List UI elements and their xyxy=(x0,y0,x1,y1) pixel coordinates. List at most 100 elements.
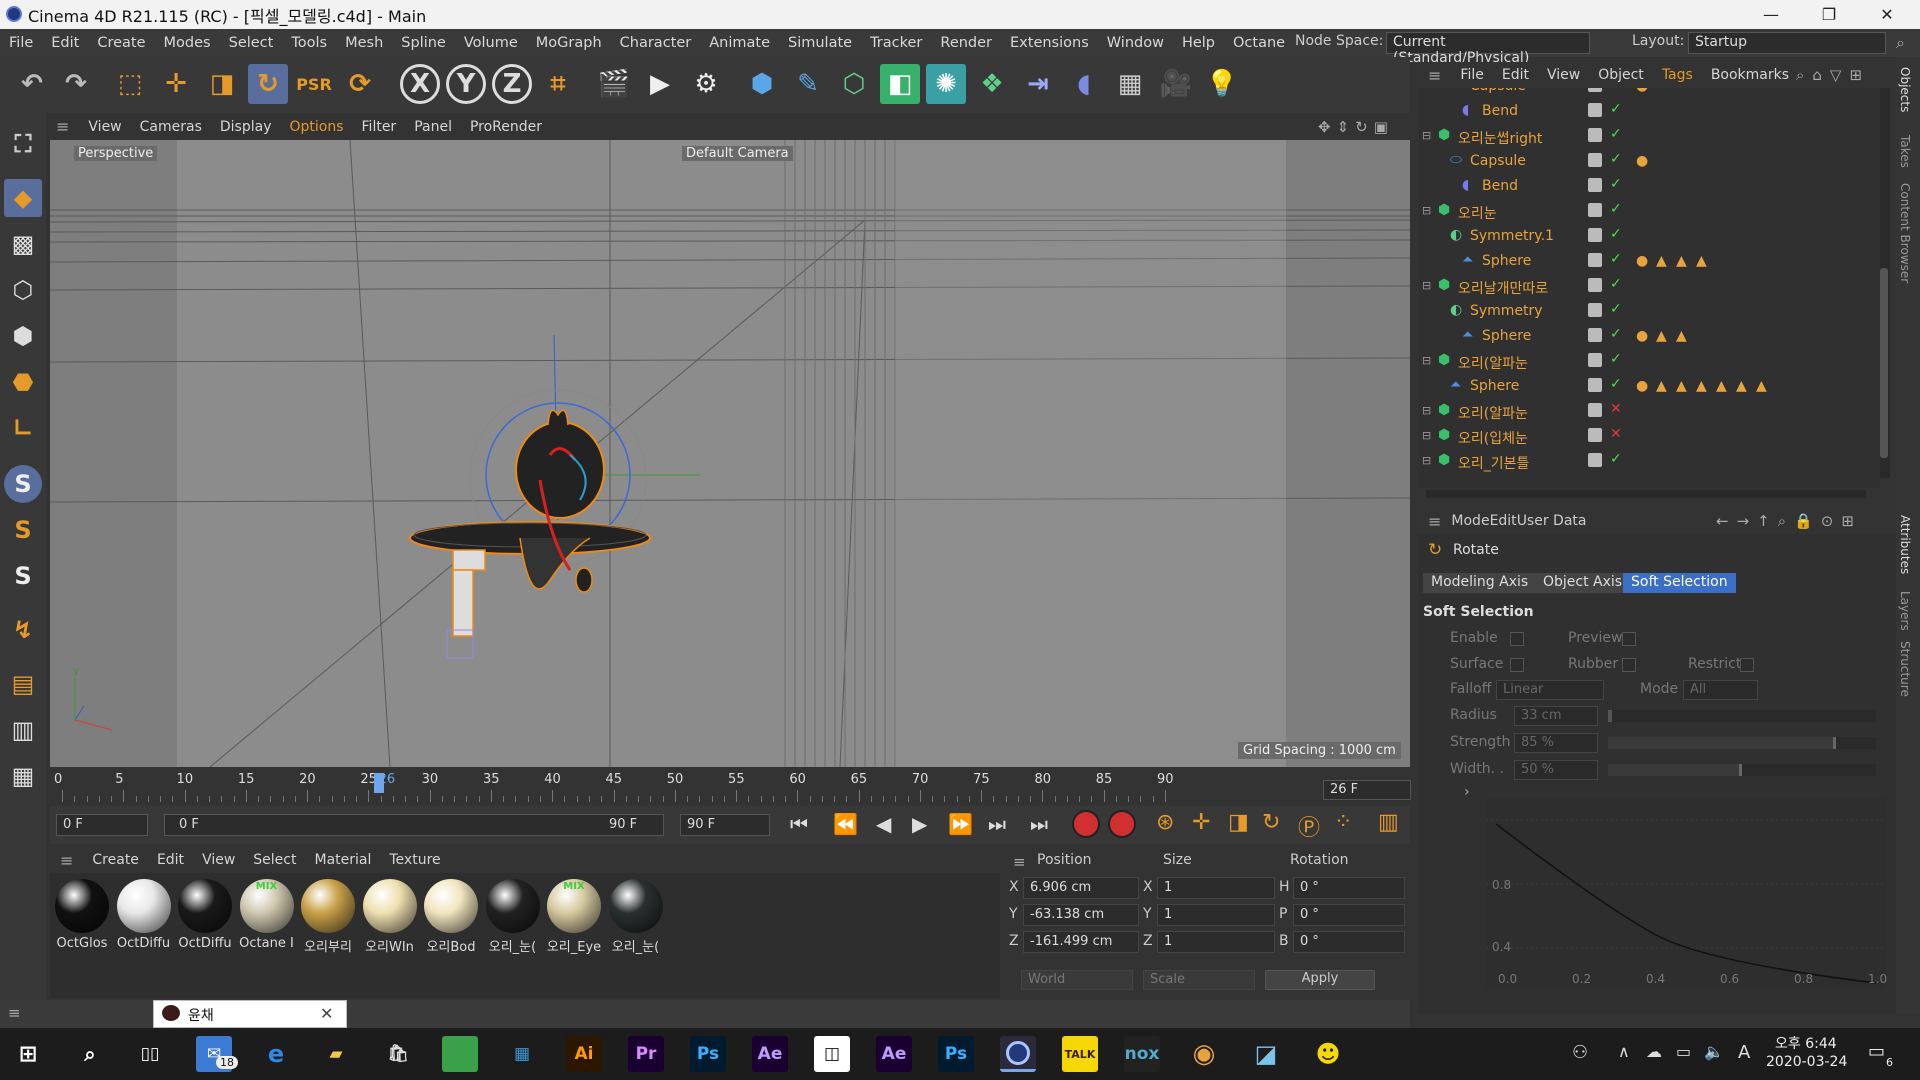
tab-object-axis[interactable]: Object Axis xyxy=(1535,573,1631,593)
enabled-check-icon[interactable]: ✓ xyxy=(1610,276,1622,292)
tag-icon[interactable]: ▲ xyxy=(1756,378,1767,394)
goto-end-icon[interactable]: ⏭ xyxy=(988,812,1006,836)
object-row[interactable]: ⊟ ⬢ 오리(알파눈 ✓ xyxy=(1418,350,1880,375)
falloff-curve-graph[interactable]: 0.8 0.4 0.0 0.2 0.4 0.6 0.8 1.0 xyxy=(1486,798,1887,988)
tag-icon[interactable]: ▲ xyxy=(1676,378,1687,394)
attribute-menu-edit[interactable]: Edit xyxy=(1490,513,1517,529)
tag-icon[interactable]: ▲ xyxy=(1656,253,1667,269)
store-icon[interactable]: 🛍 xyxy=(380,1036,416,1072)
object-scrollbar[interactable] xyxy=(1880,88,1890,478)
enabled-check-icon[interactable]: ✓ xyxy=(1610,301,1622,317)
polygons-mode-icon[interactable]: ⬣ xyxy=(4,363,42,401)
coordinate-system-icon[interactable]: ⌗ xyxy=(538,64,578,104)
object-row[interactable]: ⊟ ⬢ 오리_기본틀 ✓ xyxy=(1418,450,1880,475)
layout-dropdown[interactable]: Startup xyxy=(1688,32,1886,54)
model-mode-icon[interactable]: ◆ xyxy=(4,179,42,217)
menu-help[interactable]: Help xyxy=(1173,35,1224,51)
kakaotalk-icon[interactable]: TALK xyxy=(1062,1036,1098,1072)
position-z-field[interactable]: -161.499 cm xyxy=(1023,931,1139,953)
tag-icon[interactable]: ▲ xyxy=(1656,378,1667,394)
material-menu-icon[interactable]: ≡ xyxy=(50,851,83,870)
step-forward-icon[interactable]: ⏩ xyxy=(948,812,973,836)
task-view-icon[interactable]: ▯▯ xyxy=(132,1036,168,1072)
expand-toggle-icon[interactable]: ⊟ xyxy=(1422,454,1431,467)
expand-toggle-icon[interactable]: ⊟ xyxy=(1422,129,1431,142)
record-icon[interactable] xyxy=(1072,810,1100,838)
menu-octane[interactable]: Octane xyxy=(1224,35,1294,51)
object-row[interactable]: ⬭ Capsule ✓ ● xyxy=(1418,150,1880,175)
object-menu-tags[interactable]: Tags xyxy=(1653,67,1702,83)
enabled-check-icon[interactable]: ✓ xyxy=(1610,251,1622,267)
falloff-dropdown[interactable]: Linear xyxy=(1496,680,1604,700)
cube-icon[interactable]: ⬢ xyxy=(742,64,782,104)
tag-icon[interactable]: ▲ xyxy=(1736,378,1747,394)
layer-edit-icon[interactable] xyxy=(1588,178,1602,192)
menu-create[interactable]: Create xyxy=(88,35,154,51)
viewport-menu-display[interactable]: Display xyxy=(211,119,281,135)
menu-modes[interactable]: Modes xyxy=(155,35,220,51)
tag-icon[interactable]: ▲ xyxy=(1676,253,1687,269)
material-menu-view[interactable]: View xyxy=(193,852,244,868)
key-position-icon[interactable]: ✛ xyxy=(1192,810,1210,835)
timeline-window-icon[interactable]: ▥ xyxy=(1378,810,1399,835)
timeline-playhead[interactable] xyxy=(374,773,384,793)
object-row[interactable]: ⏶ Sphere ✓ ● ▲ ▲ ▲ ▲ ▲ ▲ xyxy=(1418,375,1880,400)
light-icon[interactable]: 💡 xyxy=(1202,64,1242,104)
material-menu-texture[interactable]: Texture xyxy=(380,852,449,868)
object-menu-view[interactable]: View xyxy=(1538,67,1589,83)
object-row[interactable]: ⬭ Capsule ✓ ● xyxy=(1418,88,1880,100)
tab-structure-vertical[interactable]: Structure xyxy=(1898,641,1912,697)
layer-edit-icon[interactable] xyxy=(1588,328,1602,342)
play-back-icon[interactable]: ◀ xyxy=(876,812,891,836)
psr-icon[interactable]: PSR xyxy=(294,64,334,104)
viewport-navigation-icons[interactable]: ✥⇕↻▣ xyxy=(1318,118,1394,136)
tag-icon[interactable]: ● xyxy=(1636,328,1648,344)
render-settings-icon[interactable]: ⚙ xyxy=(686,64,726,104)
layer-edit-icon[interactable] xyxy=(1588,88,1602,92)
object-row[interactable]: ⊟ ⬢ 오리(알파눈 ✕ xyxy=(1418,400,1880,425)
texture-mode-icon[interactable]: ▩ xyxy=(4,225,42,263)
search-icon[interactable]: ⌕ xyxy=(72,1036,108,1072)
tab-objects-vertical[interactable]: Objects xyxy=(1898,67,1912,112)
notebook-icon[interactable]: ◫ xyxy=(814,1036,850,1072)
attribute-menu-user-data[interactable]: User Data xyxy=(1517,513,1587,529)
enabled-check-icon[interactable]: ✓ xyxy=(1610,201,1622,217)
preview-checkbox[interactable] xyxy=(1622,632,1636,646)
object-row[interactable]: ◖ Bend ✓ xyxy=(1418,175,1880,200)
after-effects-icon[interactable]: Ae xyxy=(876,1036,912,1072)
enabled-check-icon[interactable]: ✓ xyxy=(1610,101,1622,117)
premiere-icon[interactable]: Pr xyxy=(628,1036,664,1072)
redo-icon[interactable]: ↷ xyxy=(56,64,96,104)
3d-viewport[interactable]: y Perspective Default Camera Grid Spacin… xyxy=(50,140,1410,767)
ime-indicator[interactable]: A xyxy=(1738,1042,1750,1063)
people-icon[interactable]: ⚇ xyxy=(1572,1042,1588,1063)
tab-takes-vertical[interactable]: Takes xyxy=(1898,135,1912,168)
cloner-icon[interactable]: ✺ xyxy=(926,64,966,104)
menu-tools[interactable]: Tools xyxy=(282,35,336,51)
surface-checkbox[interactable] xyxy=(1510,658,1524,672)
attribute-menu-icon[interactable]: ≡ xyxy=(1418,512,1451,531)
locked-workplane-icon[interactable]: ▥ xyxy=(4,711,42,749)
edges-mode-icon[interactable]: ⬢ xyxy=(4,317,42,355)
material-swatch[interactable]: 오리_눈( xyxy=(484,879,542,959)
key-scale-icon[interactable]: ◨ xyxy=(1228,810,1249,835)
object-menu-object[interactable]: Object xyxy=(1589,67,1653,83)
extrude-icon[interactable]: ◧ xyxy=(880,64,920,104)
frame-range-slider[interactable]: 0 F 90 F xyxy=(164,814,664,836)
tab-content-browser-vertical[interactable]: Content Browser xyxy=(1898,183,1912,283)
enabled-check-icon[interactable]: ✓ xyxy=(1610,326,1622,342)
live-selection-icon[interactable]: ⬚ xyxy=(110,64,150,104)
menu-file[interactable]: File xyxy=(0,35,42,51)
autokey-icon[interactable] xyxy=(1108,810,1136,838)
chat-close-icon[interactable]: ✕ xyxy=(320,1004,333,1023)
menu-character[interactable]: Character xyxy=(611,35,701,51)
menu-render[interactable]: Render xyxy=(931,35,1001,51)
edge-icon[interactable]: e xyxy=(258,1036,294,1072)
goto-start-icon[interactable]: ⏮ xyxy=(790,812,808,836)
tab-layers-vertical[interactable]: Layers xyxy=(1898,591,1912,631)
material-swatch[interactable]: 오리WIn xyxy=(361,879,419,959)
pen-icon[interactable]: ✎ xyxy=(788,64,828,104)
layer-edit-icon[interactable] xyxy=(1588,378,1602,392)
material-swatch[interactable]: OctDiffu xyxy=(176,879,234,959)
object-row[interactable]: ⊟ ⬢ 오리눈 ✓ xyxy=(1418,200,1880,225)
